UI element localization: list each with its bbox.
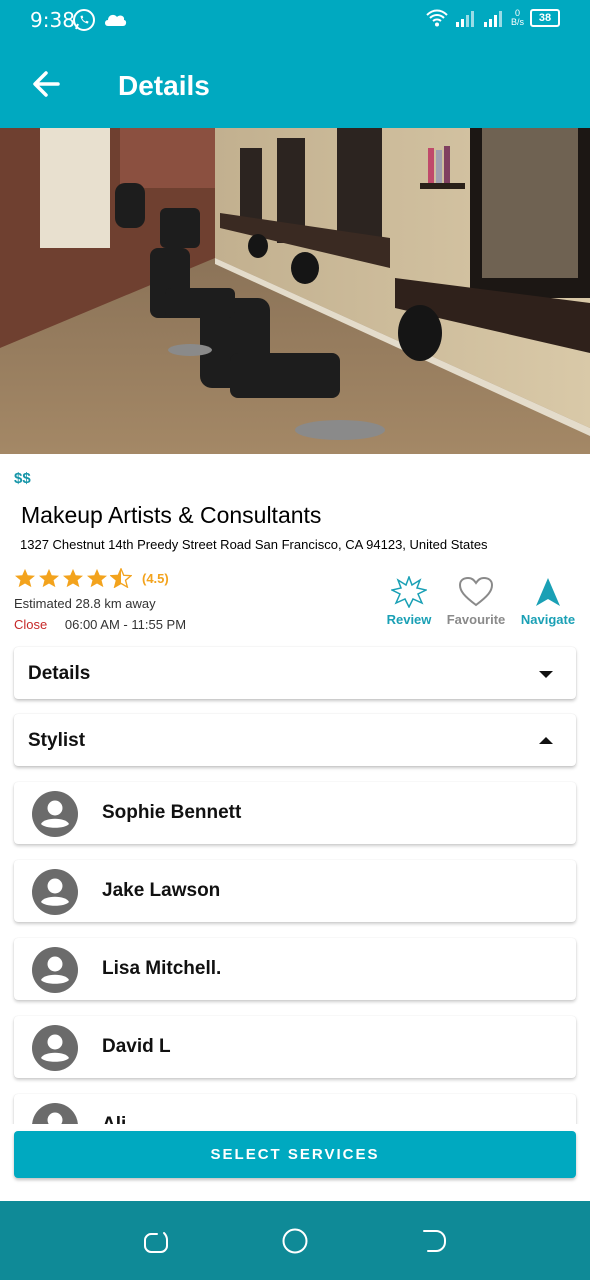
signal-icon-2 [483,11,502,27]
back-arrow-icon[interactable] [28,64,68,104]
stylist-item[interactable]: Lisa Mitchell. [14,938,576,1000]
stylist-name: Sophie Bennett [102,802,242,823]
star-icon [63,568,83,588]
person-avatar-icon [32,1103,78,1124]
wifi-icon [426,9,448,27]
person-avatar-icon [32,869,78,915]
whatsapp-icon [73,9,95,31]
details-section-title: Details [28,663,91,684]
status-bar: 9:38 0 B/s 38 [0,0,590,40]
star-icon [39,568,59,588]
salon-photo [0,128,590,454]
navigation-arrow-icon [536,578,560,606]
star-icon [87,568,107,588]
favourite-button[interactable]: Favourite [436,576,516,627]
open-status: Close [14,617,48,632]
stylist-section-header[interactable]: Stylist [14,714,576,766]
recent-apps-icon[interactable] [142,1227,170,1255]
review-star-icon [391,576,427,608]
stylist-item[interactable]: David L [14,1016,576,1078]
stylist-item[interactable]: Jake Lawson [14,860,576,922]
caret-down-icon [539,671,553,678]
cloud-icon [105,14,127,26]
salon-name: Makeup Artists & Consultants [21,502,322,528]
home-icon[interactable] [281,1227,309,1255]
distance-text: Estimated 28.8 km away [14,596,156,611]
stylist-list: Sophie Bennett Jake Lawson Lisa Mitchell… [0,780,590,1124]
stylist-name: Jake Lawson [102,880,221,901]
hours-text: 06:00 AM - 11:55 PM [64,617,187,632]
rating-value: (4.5) [142,570,169,586]
opening-hours: Close 06:00 AM - 11:55 PM [14,617,186,632]
net-speed-unit: B/s [510,17,524,27]
navigate-label: Navigate [520,612,576,627]
caret-up-icon [539,737,553,744]
review-label: Review [386,612,432,627]
stylist-name: Ali [102,1114,126,1124]
navigate-button[interactable]: Navigate [508,576,588,627]
person-avatar-icon [32,791,78,837]
battery-icon: 38 [530,9,560,27]
salon-address: 1327 Chestnut 14th Preedy Street Road Sa… [20,537,488,552]
system-nav-bar [0,1201,590,1280]
price-level: $$ [14,470,31,487]
stylist-section-title: Stylist [28,730,86,751]
star-icon [15,568,35,588]
person-avatar-icon [32,1025,78,1071]
net-speed: 0 B/s [511,9,524,27]
heart-icon [458,576,494,607]
half-star-icon [110,568,132,588]
app-bar: Details [0,40,590,128]
stylist-name: David L [102,1036,171,1057]
select-services-button[interactable]: SELECT SERVICES [14,1131,576,1178]
rating: (4.5) [14,568,169,588]
stylist-item[interactable]: Ali [14,1094,576,1124]
person-avatar-icon [32,947,78,993]
status-time: 9:38 [30,8,75,32]
stylist-name: Lisa Mitchell. [102,958,222,979]
details-section-header[interactable]: Details [14,647,576,699]
page-title: Details [118,70,210,101]
back-nav-icon[interactable] [420,1227,448,1255]
favourite-label: Favourite [446,612,506,627]
signal-icon [455,11,474,27]
stylist-item[interactable]: Sophie Bennett [14,782,576,844]
